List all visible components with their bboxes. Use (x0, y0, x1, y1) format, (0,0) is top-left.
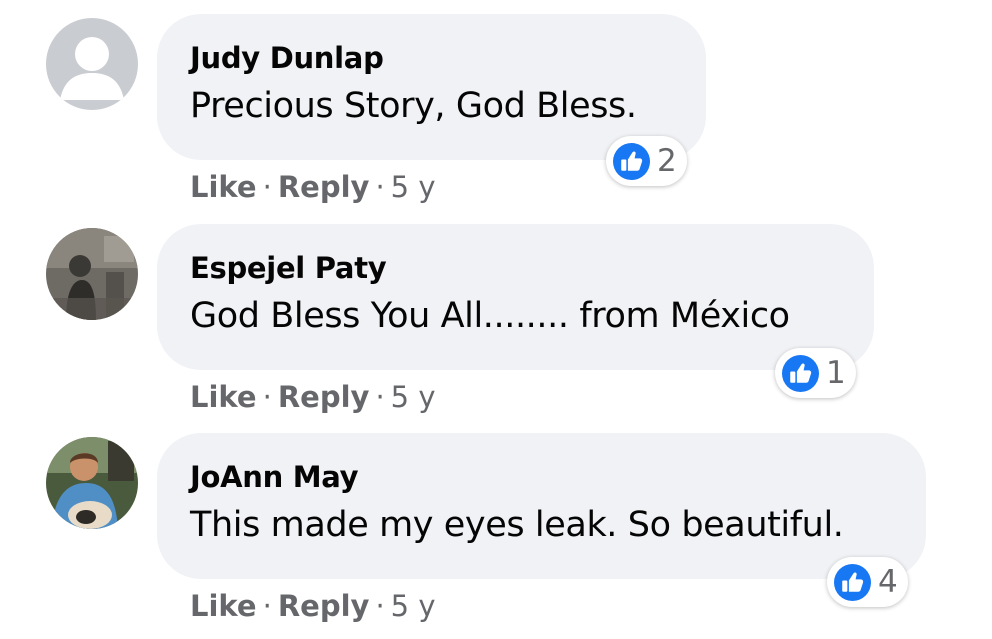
avatar[interactable] (46, 18, 138, 110)
thumbs-up-icon (782, 354, 819, 392)
comment-bubble: Espejel Paty God Bless You All........ f… (157, 224, 874, 370)
reaction-badge[interactable]: 2 (606, 136, 687, 186)
thumbs-up-icon (613, 142, 650, 180)
reply-button[interactable]: Reply (278, 170, 370, 204)
default-user-avatar-icon (46, 18, 138, 110)
like-button[interactable]: Like (190, 170, 257, 204)
comment-joann-may: JoAnn May This made my eyes leak. So bea… (0, 419, 992, 629)
separator: · (262, 380, 272, 414)
reaction-count: 4 (878, 564, 898, 600)
like-button[interactable]: Like (190, 380, 257, 414)
timestamp[interactable]: 5 y (391, 589, 436, 623)
comment-author[interactable]: Judy Dunlap (190, 40, 674, 76)
comment-text: Precious Story, God Bless. (190, 86, 637, 126)
reaction-badge[interactable]: 4 (827, 557, 908, 607)
timestamp[interactable]: 5 y (391, 170, 436, 204)
thumbs-up-icon (834, 563, 871, 601)
comment-author[interactable]: Espejel Paty (190, 250, 842, 286)
separator: · (375, 589, 385, 623)
comment-author[interactable]: JoAnn May (190, 459, 894, 495)
avatar[interactable] (46, 437, 138, 529)
comment-text: This made my eyes leak. So beautiful. (190, 505, 844, 545)
reply-button[interactable]: Reply (278, 589, 370, 623)
comment-actions: Like · Reply · 5 y (190, 169, 436, 205)
reaction-count: 2 (657, 143, 677, 179)
comment-judy-dunlap: Judy Dunlap Precious Story, God Bless. 2… (0, 0, 992, 210)
separator: · (262, 170, 272, 204)
comment-bubble: JoAnn May This made my eyes leak. So bea… (157, 433, 926, 579)
reaction-count: 1 (826, 355, 846, 391)
user-photo-icon (46, 228, 138, 320)
comment-text: God Bless You All........ from México (190, 296, 790, 336)
reply-button[interactable]: Reply (278, 380, 370, 414)
reaction-badge[interactable]: 1 (775, 348, 856, 398)
comment-actions: Like · Reply · 5 y (190, 588, 436, 624)
comment-espejel-paty: Espejel Paty God Bless You All........ f… (0, 210, 992, 420)
avatar[interactable] (46, 228, 138, 320)
separator: · (262, 589, 272, 623)
timestamp[interactable]: 5 y (391, 380, 436, 414)
user-photo-icon (46, 437, 138, 529)
separator: · (375, 170, 385, 204)
like-button[interactable]: Like (190, 589, 257, 623)
separator: · (375, 380, 385, 414)
comment-actions: Like · Reply · 5 y (190, 379, 436, 415)
